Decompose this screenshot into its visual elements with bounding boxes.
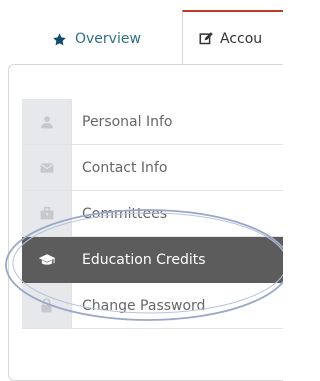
menu-item-committees[interactable]: Committees <box>22 191 283 237</box>
edit-icon <box>199 32 213 45</box>
tab-account[interactable]: Accou <box>182 10 283 65</box>
menu-item-contact-info[interactable]: Contact Info <box>22 145 283 191</box>
tab-overview[interactable]: Overview <box>34 14 194 64</box>
tab-bar: Overview Accou <box>0 0 283 65</box>
menu-item-label: Change Password <box>82 297 206 314</box>
user-icon <box>40 115 53 128</box>
lock-icon <box>41 298 52 313</box>
menu-item-personal-info[interactable]: Personal Info <box>22 99 283 145</box>
menu-item-label: Contact Info <box>82 159 168 176</box>
menu-item-education-credits[interactable]: Education Credits <box>22 237 283 283</box>
menu-item-label: Committees <box>82 205 168 222</box>
menu-item-label: Personal Info <box>82 113 173 130</box>
briefcase-icon <box>40 207 53 220</box>
tab-overview-label: Overview <box>75 31 141 47</box>
menu-item-change-password[interactable]: Change Password <box>22 283 283 329</box>
envelope-icon <box>39 162 54 173</box>
account-sidebar-menu: Personal Info Contact Info Committees Ed… <box>22 99 283 329</box>
star-icon <box>53 32 66 45</box>
tab-account-label: Accou <box>220 30 263 47</box>
menu-item-label: Education Credits <box>82 251 206 268</box>
graduation-cap-icon <box>38 253 55 265</box>
